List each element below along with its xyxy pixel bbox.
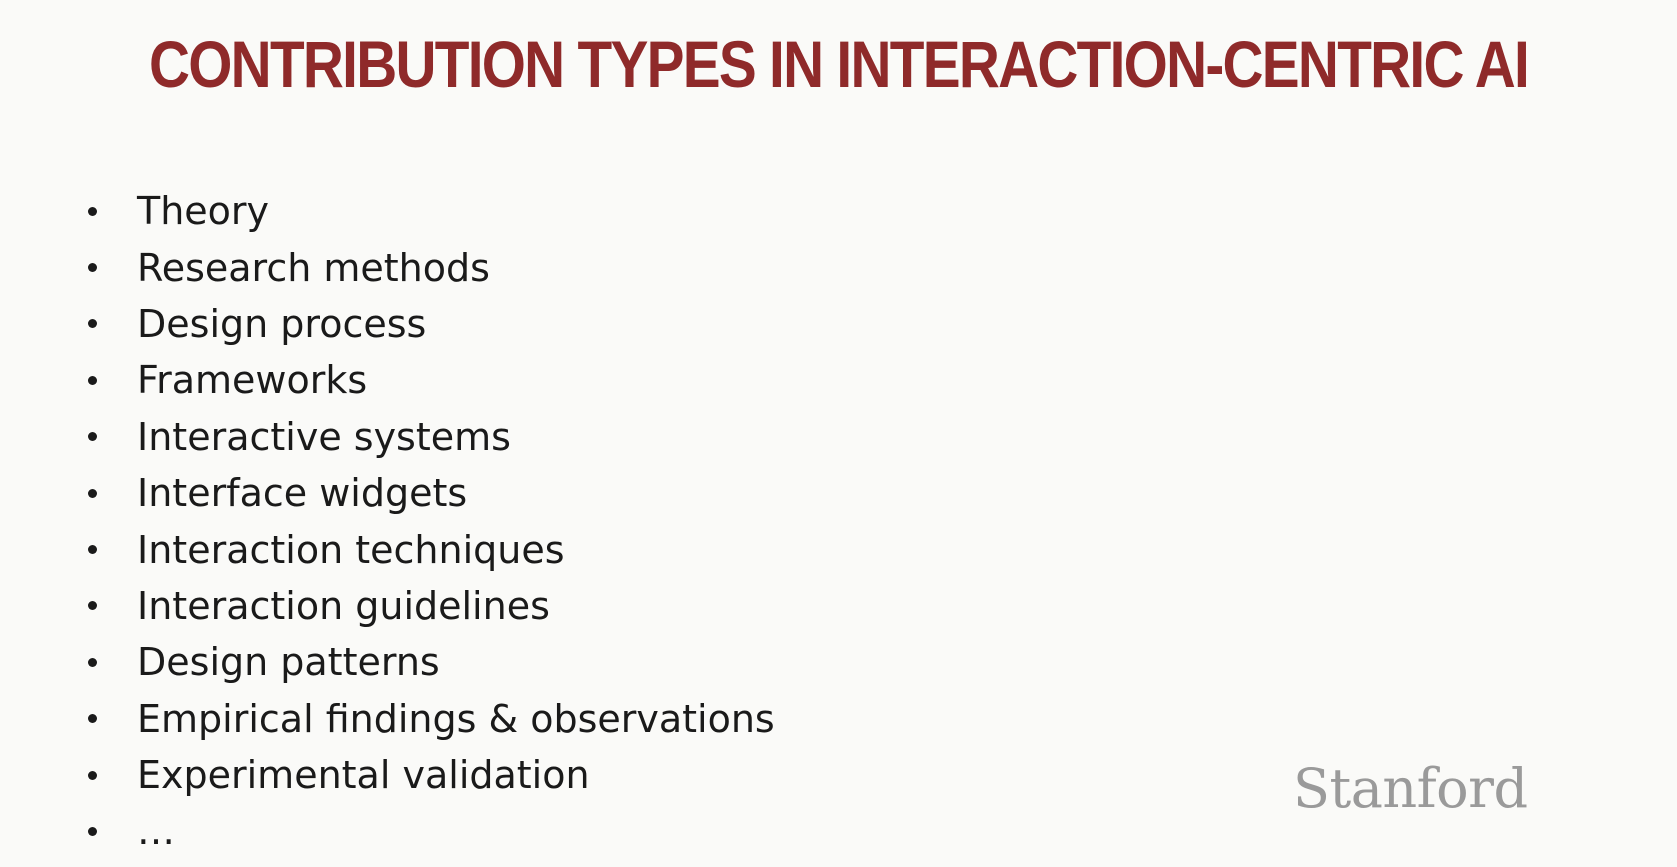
list-item: Frameworks xyxy=(82,352,775,408)
bullet-text: Frameworks xyxy=(137,358,368,403)
stanford-logo: Stanford xyxy=(1293,757,1528,820)
bullet-text: Research methods xyxy=(137,245,490,290)
slide-title: CONTRIBUTION TYPES IN INTERACTION-CENTRI… xyxy=(148,27,1530,101)
list-item: Empirical findings & observations xyxy=(82,691,775,747)
bullet-text: Interactive systems xyxy=(137,414,511,459)
slide: CONTRIBUTION TYPES IN INTERACTION-CENTRI… xyxy=(0,0,1677,867)
bullet-text: Theory xyxy=(137,189,270,234)
list-item: Design patterns xyxy=(82,634,775,690)
list-item: Theory xyxy=(82,183,775,239)
list-item: … xyxy=(82,803,775,859)
bullet-icon xyxy=(88,826,97,836)
bullet-text: Design patterns xyxy=(137,640,440,685)
list-item: Interface widgets xyxy=(82,465,775,521)
bullet-text: Interaction guidelines xyxy=(137,583,550,628)
bullet-icon xyxy=(88,263,97,273)
list-item: Interaction techniques xyxy=(82,521,775,577)
bullet-icon xyxy=(88,545,97,555)
bullet-text: Interaction techniques xyxy=(137,527,565,572)
list-item: Design process xyxy=(82,296,775,352)
bullet-icon xyxy=(88,432,97,442)
bullet-text: Interface widgets xyxy=(137,471,468,516)
bullet-icon xyxy=(88,375,97,385)
bullet-icon xyxy=(88,601,97,611)
bullet-icon xyxy=(88,770,97,780)
bullet-text: Experimental validation xyxy=(137,753,590,798)
bullet-text: … xyxy=(137,809,175,854)
bullet-icon xyxy=(88,206,97,216)
bullet-list: Theory Research methods Design process F… xyxy=(82,183,775,860)
bullet-text: Empirical findings & observations xyxy=(137,696,775,741)
list-item: Research methods xyxy=(82,239,775,295)
list-item: Interaction guidelines xyxy=(82,578,775,634)
bullet-icon xyxy=(88,657,97,667)
bullet-icon xyxy=(88,488,97,498)
bullet-icon xyxy=(88,714,97,724)
bullet-icon xyxy=(88,319,97,329)
list-item: Experimental validation xyxy=(82,747,775,803)
bullet-text: Design process xyxy=(137,301,427,346)
list-item: Interactive systems xyxy=(82,409,775,465)
